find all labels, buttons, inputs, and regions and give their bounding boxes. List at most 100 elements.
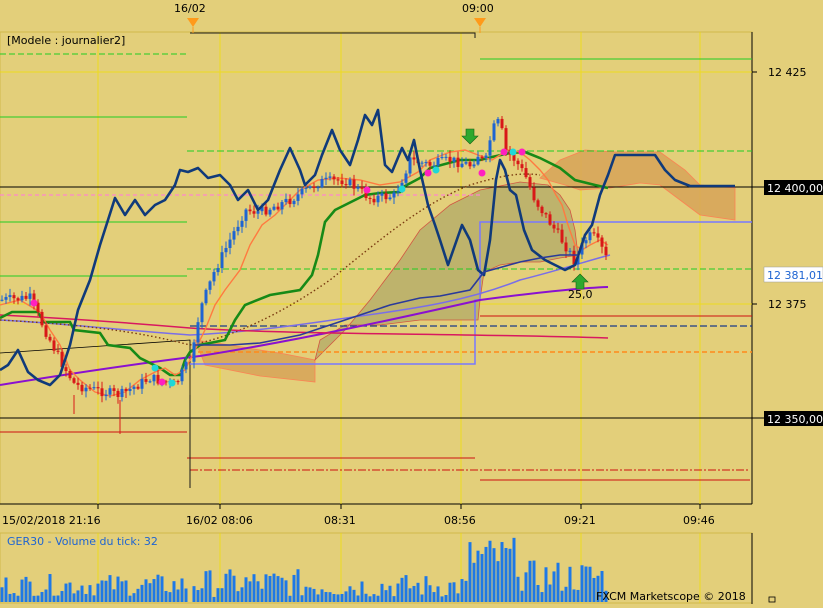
candle-body (380, 193, 384, 196)
volume-bar (212, 596, 216, 602)
volume-bar (520, 590, 524, 602)
volume-bar (104, 580, 108, 602)
candle-body (128, 388, 132, 392)
volume-bar (192, 586, 196, 602)
volume-bar (64, 583, 68, 602)
candle-body (376, 195, 380, 203)
volume-bar (252, 574, 256, 602)
resize-handle-icon[interactable] (768, 596, 776, 603)
x-tick-label: 16/02 08:06 (186, 514, 253, 527)
volume-bar (296, 569, 300, 602)
candle-body (420, 162, 424, 164)
volume-bar (532, 560, 536, 602)
candle-body (40, 311, 44, 326)
volume-bar (332, 594, 336, 602)
volume-bar (568, 566, 572, 602)
candle-body (324, 177, 328, 180)
candle-body (288, 198, 292, 205)
candle-body (8, 295, 12, 298)
model-label: [Modele : journalier2] (7, 34, 125, 47)
candle-body (488, 140, 492, 156)
pink-marker (30, 299, 38, 307)
candle-body (224, 247, 228, 253)
pink-marker (363, 186, 371, 194)
volume-bar (288, 595, 292, 602)
ichimoku-cloud (194, 149, 736, 383)
volume-bar (456, 593, 460, 602)
candle-body (432, 165, 436, 167)
candle-body (392, 192, 396, 198)
volume-bar (508, 548, 512, 602)
candle-body (352, 179, 356, 189)
candle-body (0, 299, 4, 301)
volume-bar (124, 580, 128, 602)
volume-bar (112, 589, 116, 602)
volume-bar (4, 577, 8, 602)
volume-bar (148, 583, 152, 602)
x-axis (97, 504, 701, 509)
volume-bar (472, 562, 476, 602)
volume-bar (136, 588, 140, 602)
y-tick-12375: 12 375 (768, 298, 807, 311)
volume-bar (72, 593, 76, 602)
volume-bar (500, 542, 504, 602)
candle-body (356, 187, 360, 189)
session-marker-icon[interactable] (474, 18, 486, 27)
volume-bar (12, 593, 16, 602)
volume-bar (324, 591, 328, 602)
volume-bar (24, 576, 28, 602)
candle-body (148, 381, 152, 383)
volume-bar (420, 594, 424, 602)
session-markers (187, 18, 486, 33)
volume-bar (132, 593, 136, 602)
candle-body (604, 246, 608, 256)
candle-body (140, 379, 144, 389)
candle-body (48, 336, 52, 341)
volume-bar (100, 580, 104, 602)
volume-bar (576, 589, 580, 602)
volume-bar (564, 586, 568, 602)
candle-body (452, 157, 456, 162)
candle-body (132, 386, 136, 389)
volume-bar (416, 582, 420, 602)
y-tick-12425: 12 425 (768, 66, 807, 79)
volume-bar (8, 593, 12, 602)
volume-bar (348, 586, 352, 602)
volume-bar (44, 589, 48, 602)
candle-body (104, 394, 108, 397)
marker-label-2: 09:00 (462, 2, 494, 15)
candle-body (556, 228, 560, 230)
candle-body (296, 194, 300, 201)
candle-body (272, 206, 276, 210)
volume-bar (504, 547, 508, 602)
candle-body (52, 340, 56, 351)
candle-body (44, 325, 48, 337)
x-tick-label: 08:56 (444, 514, 476, 527)
session-marker-icon[interactable] (187, 18, 199, 27)
candle-body (372, 198, 376, 203)
volume-bar (0, 587, 4, 602)
candle-body (268, 209, 272, 215)
volume-bar (16, 595, 20, 602)
volume-bar (400, 577, 404, 602)
volume-bar (180, 578, 184, 602)
pink-marker (424, 169, 432, 177)
candle-body (196, 322, 200, 343)
candle-body (276, 206, 280, 210)
volume-bar (572, 589, 576, 602)
candle-body (524, 168, 528, 178)
volume-bar (144, 579, 148, 602)
x-tick-label: 09:46 (683, 514, 715, 527)
candle-body (256, 211, 260, 214)
volume-bar (36, 595, 40, 602)
volume-bar (276, 576, 280, 602)
candle-body (552, 224, 556, 229)
volume-bar (408, 588, 412, 602)
pink-marker (158, 378, 166, 386)
candle-body (176, 381, 180, 383)
candle-body (412, 157, 416, 160)
volume-bar (328, 592, 332, 602)
volume-bar (540, 592, 544, 602)
candle-body (588, 232, 592, 241)
volume-bar (84, 593, 88, 602)
